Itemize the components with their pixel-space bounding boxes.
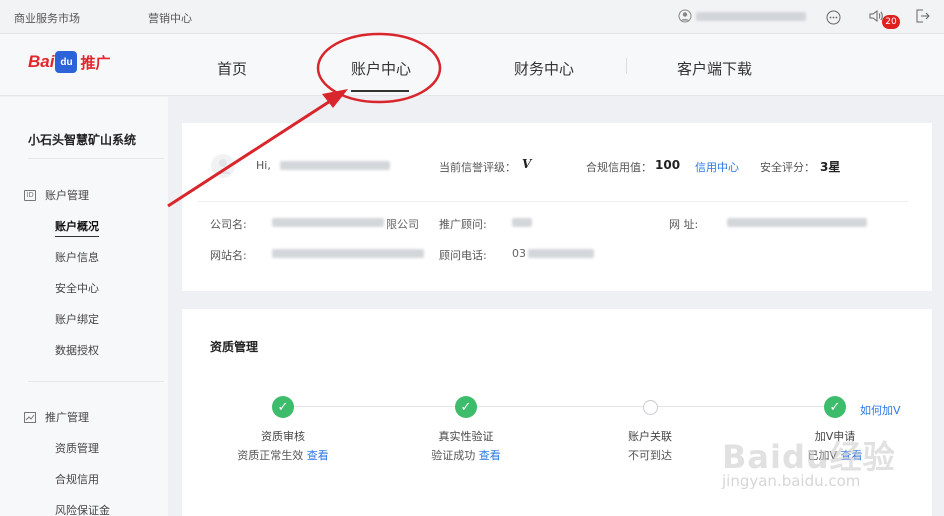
step-name: 真实性验证 [438,430,494,443]
business-market-link[interactable]: 商业服务市场 [14,10,80,26]
how-to-get-v-link[interactable]: 如何加V [860,402,901,418]
step-pending-circle-icon [643,400,658,415]
sidebar-item-account-overview[interactable]: 账户概况 [55,218,99,237]
logo-text-tuiguang: 推广 [80,54,111,72]
step-status-text: 不可到达 [628,449,672,462]
site-name-blurred [272,249,424,258]
qualification-title: 资质管理 [210,340,259,354]
notification-count-badge: 20 [882,15,900,29]
avatar-icon [211,154,235,178]
compliance-credit-value: 100 [655,158,681,172]
website-url-blurred [727,218,867,227]
step-status: 验证成功 查看 [406,447,526,463]
sidebar-item-compliance-credit[interactable]: 合规信用 [55,471,99,487]
company-name-blurred [272,218,384,227]
watermark-url: jingyan.baidu.com [722,472,861,490]
chart-icon [24,411,36,423]
sidebar-group-account[interactable]: ID 账户管理 [24,187,89,203]
security-score-label: 安全评分： [760,161,815,174]
step-view-link[interactable]: 查看 [479,449,501,462]
logo-text-bai: Bai [28,52,55,71]
sidebar-divider [28,381,164,382]
step-name: 账户关联 [628,430,672,443]
sidebar-item-security-center[interactable]: 安全中心 [55,280,99,296]
credit-rating-value: V [522,157,532,171]
credit-rating-label: 当前信誉评级： [439,161,516,174]
greeting: Hi, [256,159,271,172]
user-account-menu[interactable] [678,9,806,23]
sidebar-divider [28,158,164,159]
advisor-name-blurred [512,218,532,227]
nav-account-center[interactable]: 账户中心 [351,58,411,79]
step-status-text: 资质正常生效 [237,449,304,462]
step-done-check-icon: ✓ [272,396,294,418]
baidu-tuiguang-logo[interactable]: Bai du 推广 [28,51,110,73]
card-divider [198,201,908,202]
step-done-check-icon: ✓ [455,396,477,418]
user-avatar-icon [678,9,692,23]
compliance-credit-label: 合规信用值： [586,161,652,174]
sidebar-item-data-authorization[interactable]: 数据授权 [55,342,99,358]
step-status-text: 验证成功 [431,449,476,462]
sidebar-item-account-info[interactable]: 账户信息 [55,249,99,265]
system-name: 小石头智慧矿山系统 [28,133,137,147]
account-name-blurred [280,161,390,170]
step-done-check-icon: ✓ [824,396,846,418]
main-header: Bai du 推广 首页 账户中心 财务中心 客户端下载 [0,34,944,96]
sidebar-item-account-binding[interactable]: 账户绑定 [55,311,99,327]
advisor-phone-prefix: 03 [512,247,526,260]
step-view-link[interactable]: 查看 [307,449,329,462]
progress-track [284,406,836,407]
sidebar-item-qualification[interactable]: 资质管理 [55,440,99,456]
nav-divider [626,58,627,74]
sidebar: 小石头智慧矿山系统 ID 账户管理 账户概况 账户信息 安全中心 账户绑定 数据… [0,97,168,516]
company-name-label: 公司名: [210,218,247,231]
company-name-suffix: 限公司 [386,218,419,231]
security-score-value: 3星 [820,160,841,174]
account-management-icon: ID [24,189,36,201]
username-blurred [696,11,806,21]
site-name-label: 网站名: [210,249,247,262]
marketing-center-link[interactable]: 营销中心 [148,10,192,26]
top-utility-bar: 商业服务市场 营销中心 20 [0,0,944,34]
sidebar-item-risk-deposit[interactable]: 风险保证金 [55,502,110,516]
step-status: 资质正常生效 查看 [223,447,343,463]
sidebar-group-label: 账户管理 [45,189,89,202]
advisor-phone-blurred [528,249,594,258]
advisor-label: 推广顾问: [439,218,487,231]
advisor-phone-label: 顾问电话: [439,249,487,262]
sidebar-group-promotion[interactable]: 推广管理 [24,409,89,425]
nav-client-download[interactable]: 客户端下载 [677,58,752,79]
step-status: 不可到达 [590,447,710,463]
credit-center-link[interactable]: 信用中心 [695,159,739,175]
more-options-icon[interactable] [825,9,841,25]
logout-icon[interactable] [914,8,930,24]
website-url-label: 网 址: [669,218,699,231]
step-name: 资质审核 [261,430,305,443]
nav-finance-center[interactable]: 财务中心 [514,58,574,79]
nav-home[interactable]: 首页 [217,58,247,79]
logo-paw-mark: du [55,51,78,73]
nav-active-indicator [351,90,409,92]
sidebar-group-label: 推广管理 [45,411,89,424]
account-overview-card: Hi, 当前信誉评级： V 合规信用值： 100 信用中心 安全评分： 3星 公… [182,123,932,291]
